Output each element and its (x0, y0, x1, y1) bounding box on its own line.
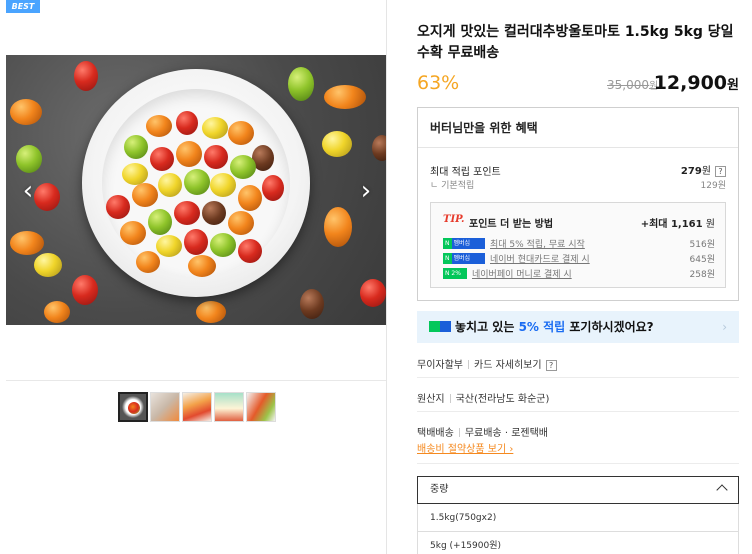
thumbnail-2[interactable] (150, 392, 180, 422)
card-help-icon[interactable]: ? (545, 359, 557, 371)
product-info: 오지게 맛있는 컬러대추방울토마토 1.5kg 5kg 당일수확 무료배송 63… (417, 0, 739, 554)
max-points-label: 최대 적립 포인트 (430, 167, 501, 178)
origin-label: 원산지 (417, 394, 445, 405)
thumbnail-1[interactable] (118, 392, 148, 422)
tip-box: TIP. 포인트 더 받는 방법 +최대 1,161 원 N 멤버십 최대 5% … (430, 202, 726, 288)
tip-amount: 645원 (689, 255, 715, 265)
basic-points-label: ㄴ 기본적립 (430, 181, 475, 191)
origin-row: 원산지 국산(전라남도 화순군) (417, 390, 739, 405)
tip-max-points: +최대 1,161 원 (640, 219, 715, 230)
basic-points-value: 129원 (700, 181, 726, 191)
tip-row-membership[interactable]: N 멤버십 최대 5% 적립, 무료 시작 516원 (443, 237, 715, 251)
naver-membership-badge: N 멤버십 (443, 238, 485, 249)
installment-label: 무이자할부 (417, 360, 463, 371)
tip-row-card[interactable]: N 멤버십 네이버 현대카드로 결제 시 645원 (443, 252, 715, 266)
naver-membership-badge: N 멤버십 (443, 253, 485, 264)
gallery-next-button[interactable]: › (356, 176, 376, 206)
benefit-box: 버터님만을 위한 혜택 최대 적립 포인트 279원? ㄴ 기본적립 129원 … (417, 107, 739, 301)
thumbnail-4[interactable] (214, 392, 244, 422)
tip-text[interactable]: 최대 5% 적립, 무료 시작 (490, 237, 585, 250)
thumbnail-3[interactable] (182, 392, 212, 422)
tip-row-pay-money[interactable]: N 2% 네이버페이 머니로 결제 시 258원 (443, 267, 715, 281)
gallery-divider (6, 380, 386, 381)
naver-plus-banner[interactable]: 놓치고 있는 5% 적립 포기하시겠어요? › (417, 311, 739, 343)
origin-value: 국산(전라남도 화순군) (455, 394, 550, 405)
naver-plus-icon (429, 321, 451, 332)
tip-amount: 258원 (689, 270, 715, 280)
tip-text[interactable]: 네이버 현대카드로 결제 시 (490, 252, 590, 265)
points-help-icon[interactable]: ? (715, 165, 726, 177)
shipping-method: 택배배송 (417, 428, 454, 439)
chevron-right-icon: › (722, 320, 727, 334)
thumbnail-strip (118, 392, 276, 422)
shipping-row: 택배배송 무료배송 · 로젠택배 (417, 428, 548, 439)
tip-text[interactable]: 네이버페이 머니로 결제 시 (472, 267, 572, 280)
discount-rate: 63% (417, 72, 460, 94)
naver-pay-badge: N 2% (443, 268, 467, 279)
main-product-image[interactable] (6, 55, 386, 325)
tip-amount: 516원 (689, 240, 715, 250)
option-item[interactable]: 1.5kg(750gx2) (417, 504, 739, 532)
shipping-fee: 무료배송 (464, 428, 502, 439)
original-price: 35,000원 (607, 78, 659, 92)
tip-logo: TIP. (443, 214, 465, 225)
option-item[interactable]: 5kg (+15900원) (417, 532, 739, 554)
option-select-label: 중량 (430, 484, 449, 495)
card-detail-link[interactable]: 카드 자세히보기 (474, 360, 542, 371)
gallery-prev-button[interactable]: ‹ (18, 176, 38, 206)
product-gallery: BEST ‹ › (0, 0, 387, 554)
benefit-heading: 버터님만을 위한 혜택 (418, 108, 738, 148)
option-select-weight[interactable]: 중량 (417, 476, 739, 504)
chevron-up-icon (716, 484, 728, 496)
max-points-value: 279원? (681, 162, 726, 177)
thumbnail-5[interactable] (246, 392, 276, 422)
shipping-saving-link[interactable]: 배송비 절약상품 보기 › (417, 440, 513, 455)
shipping-carrier: 로젠택배 (511, 428, 548, 439)
sale-price: 12,900원 (653, 72, 739, 94)
product-title: 오지게 맛있는 컬러대추방울토마토 1.5kg 5kg 당일수확 무료배송 (417, 24, 734, 61)
tip-title: 포인트 더 받는 방법 (469, 219, 554, 230)
best-badge: BEST (6, 0, 40, 13)
payment-row: 무이자할부 카드 자세히보기? (417, 356, 739, 371)
